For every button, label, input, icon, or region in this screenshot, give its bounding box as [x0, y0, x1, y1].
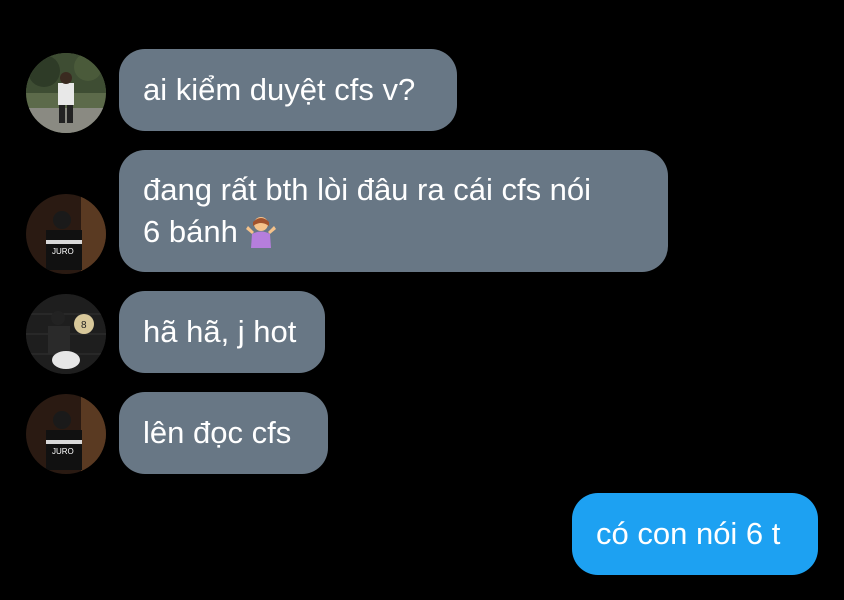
message-text-block: đang rất bth lòi đâu ra cái cfs nói 6 bá…	[143, 169, 591, 253]
message-text: có con nói 6 t	[596, 516, 781, 551]
avatar-sign-text: 8	[81, 320, 87, 331]
message-bubble[interactable]: đang rất bth lòi đâu ra cái cfs nói 6 bá…	[119, 150, 668, 272]
message-text: 6 bánh	[143, 214, 238, 249]
avatar-user-a[interactable]	[26, 53, 106, 133]
chat-thread: ai kiểm duyệt cfs v? JURO đang rất bth l…	[0, 0, 844, 600]
avatar-photo-user-b: JURO	[26, 194, 106, 274]
avatar-shirt-text: JURO	[52, 247, 74, 256]
person-shrugging-emoji	[244, 214, 278, 248]
message-text: lên đọc cfs	[143, 415, 292, 450]
message-bubble[interactable]: hã hã, j hot	[119, 291, 325, 373]
avatar-user-c[interactable]: 8	[26, 294, 106, 374]
message-text: hã hã, j hot	[143, 314, 297, 349]
message-bubble[interactable]: ai kiểm duyệt cfs v?	[119, 49, 457, 131]
message-bubble-outgoing[interactable]: có con nói 6 t	[572, 493, 818, 575]
message-text-line-2: 6 bánh	[143, 211, 591, 253]
avatar-user-b[interactable]: JURO	[26, 394, 106, 474]
avatar-photo-user-a	[26, 53, 106, 133]
avatar-photo-user-c: 8	[26, 294, 106, 374]
message-text-line: đang rất bth lòi đâu ra cái cfs nói	[143, 172, 592, 207]
avatar-user-b[interactable]: JURO	[26, 194, 106, 274]
message-text: ai kiểm duyệt cfs v?	[143, 72, 416, 107]
avatar-photo-user-b: JURO	[26, 394, 106, 474]
message-bubble[interactable]: lên đọc cfs	[119, 392, 328, 474]
avatar-shirt-text: JURO	[52, 447, 74, 456]
